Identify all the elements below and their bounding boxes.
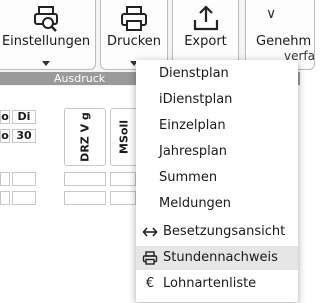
day-header-1: Di	[12, 110, 36, 124]
group-label-text: Ausdruck	[54, 72, 106, 85]
menu-item-besetzungsansicht[interactable]: Besetzungsansicht	[136, 220, 298, 244]
printer-icon	[142, 251, 158, 265]
column-header-msoll: MSoll	[110, 108, 138, 166]
dropdown-arrow-icon	[42, 61, 50, 66]
grid-cell[interactable]	[110, 191, 136, 205]
einstellungen-label: Einstellungen	[1, 34, 91, 49]
export-upload-icon	[193, 5, 218, 31]
print-dropdown-menu: Dienstplan iDienstplan Einzelplan Jahres…	[136, 60, 298, 302]
menu-item-meldungen[interactable]: Meldungen	[136, 192, 298, 216]
grid-cell[interactable]	[0, 191, 10, 205]
menu-item-idienstplan[interactable]: iDienstplan	[136, 88, 298, 112]
menu-item-dienstplan[interactable]: Dienstplan	[136, 62, 298, 86]
printer-icon	[121, 6, 147, 31]
printer-search-icon	[34, 6, 58, 32]
menu-item-lohnartenliste[interactable]: € Lohnartenliste	[136, 272, 298, 296]
drucken-label: Drucken	[106, 34, 162, 49]
chevron-icon: ∨	[266, 6, 277, 22]
genehmigung-label: Genehm	[256, 34, 312, 49]
date-header-1: 30	[12, 129, 36, 143]
double-arrow-icon	[142, 227, 158, 237]
grid-cell[interactable]	[12, 191, 36, 205]
einstellungen-button[interactable]: Einstellungen	[0, 0, 96, 70]
grid-cell[interactable]	[0, 172, 10, 186]
grid-cell[interactable]	[64, 191, 106, 205]
menu-item-einzelplan[interactable]: Einzelplan	[136, 114, 298, 138]
menu-item-summen[interactable]: Summen	[136, 166, 298, 190]
grid-cell[interactable]	[110, 172, 136, 186]
euro-icon: €	[145, 276, 155, 291]
grid-cell[interactable]	[64, 172, 106, 186]
day-header-0: o	[0, 110, 10, 124]
menu-item-jahresplan[interactable]: Jahresplan	[136, 140, 298, 164]
column-header-drz: DRZ V g	[64, 108, 106, 166]
export-label: Export	[184, 34, 227, 49]
grid-cell[interactable]	[12, 172, 36, 186]
menu-item-stundennachweis[interactable]: Stundennachweis	[136, 246, 298, 270]
date-header-0: o	[0, 129, 10, 143]
